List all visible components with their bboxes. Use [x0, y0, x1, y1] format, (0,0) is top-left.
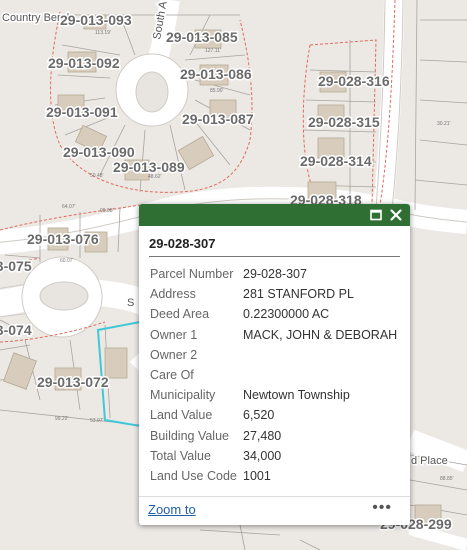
title-divider — [149, 256, 400, 257]
attribute-row: Building Value 27,480 — [150, 426, 397, 446]
attribute-value: MACK, JOHN & DEBORAH — [243, 327, 398, 342]
attribute-row: Land Value 6,520 — [150, 405, 397, 425]
attribute-row: Owner 1 MACK, JOHN & DEBORAH — [150, 325, 397, 345]
attribute-value: 281 STANFORD PL — [243, 287, 354, 302]
attribute-value: 29-028-307 — [243, 267, 307, 282]
parcel-label: 29-028-315 — [308, 114, 380, 130]
attribute-value: Newtown Township — [243, 388, 350, 403]
attribute-key: Land Value — [150, 408, 213, 423]
parcel-label: 29-013-093 — [60, 12, 132, 28]
attribute-value — [243, 345, 397, 365]
parcel-label: 29-013-074 — [0, 322, 32, 338]
svg-text:127.11': 127.11' — [205, 48, 221, 54]
attribute-key: Land Use Code — [150, 468, 237, 483]
parcel-label: 29-013-072 — [37, 374, 109, 390]
attribute-key: Total Value — [150, 448, 211, 463]
parcel-label: 29-013-091 — [46, 104, 118, 120]
maximize-icon[interactable] — [368, 207, 384, 223]
svg-text:53.97': 53.97' — [90, 418, 104, 424]
svg-text:60.07': 60.07' — [60, 258, 74, 264]
attribute-key: Owner 1 — [150, 327, 198, 342]
attribute-key: Deed Area — [150, 307, 210, 322]
attribute-key: Owner 2 — [150, 347, 198, 362]
attribute-row: Parcel Number 29-028-307 — [150, 264, 397, 284]
svg-text:64.07': 64.07' — [62, 204, 76, 210]
parcel-label: 29-013-089 — [113, 159, 185, 175]
parcel-popup: 29-028-307 Parcel Number 29-028-307 Addres… — [139, 204, 410, 525]
attribute-key: Building Value — [150, 428, 229, 443]
attribute-value: 6,520 — [243, 408, 275, 423]
attribute-key: Address — [150, 287, 196, 302]
svg-text:113.19': 113.19' — [95, 30, 111, 36]
close-icon[interactable] — [388, 207, 404, 223]
parcel-label: 29-013-076 — [27, 231, 99, 247]
svg-text:50.48': 50.48' — [90, 173, 104, 179]
attribute-row: Owner 2 — [150, 345, 397, 365]
svg-text:85.90': 85.90' — [210, 88, 224, 94]
attribute-value: 1001 — [243, 468, 271, 483]
attribute-table: Parcel Number 29-028-307 Address 281 STANFO… — [150, 264, 397, 486]
road-label: d Place — [411, 455, 448, 467]
attribute-key: Municipality — [150, 388, 216, 403]
attribute-key: Care Of — [150, 368, 194, 383]
parcel-label: 29-013-090 — [63, 144, 135, 160]
parcel-label: 29-028-316 — [318, 73, 390, 89]
road-label: S — [127, 297, 134, 309]
svg-text:99.08': 99.08' — [100, 208, 114, 214]
attribute-row: Land Use Code 1001 — [150, 466, 397, 486]
attribute-value: 0.22300000 AC — [243, 307, 330, 322]
attribute-value: 27,480 — [243, 428, 282, 443]
svg-text:88.85': 88.85' — [440, 476, 454, 482]
attribute-key: Parcel Number — [150, 267, 234, 282]
attribute-row: Deed Area 0.22300000 AC — [150, 304, 397, 324]
popup-header — [139, 204, 410, 226]
attribute-value: 34,000 — [243, 448, 282, 463]
attribute-row: Care Of — [150, 365, 397, 385]
parcel-label: 29-013-075 — [0, 258, 32, 274]
svg-text:99.22': 99.22' — [55, 416, 69, 422]
more-options-icon[interactable]: ••• — [372, 499, 392, 517]
parcel-label: 29-028-314 — [300, 153, 372, 169]
parcel-label: 29-013-086 — [180, 66, 252, 82]
attribute-row: Address 281 STANFORD PL — [150, 284, 397, 304]
zoom-to-link[interactable]: Zoom to — [148, 502, 196, 517]
parcel-label: 29-013-085 — [166, 29, 238, 45]
attribute-row: Total Value 34,000 — [150, 446, 397, 466]
attribute-value — [243, 365, 397, 385]
parcel-label: 29-013-087 — [182, 111, 254, 127]
popup-title: 29-028-307 — [149, 236, 216, 251]
attribute-row: Municipality Newtown Township — [150, 385, 397, 405]
svg-text:30.21': 30.21' — [437, 121, 451, 127]
popup-footer: Zoom to ••• — [139, 496, 410, 525]
parcel-label: 29-013-092 — [48, 55, 120, 71]
